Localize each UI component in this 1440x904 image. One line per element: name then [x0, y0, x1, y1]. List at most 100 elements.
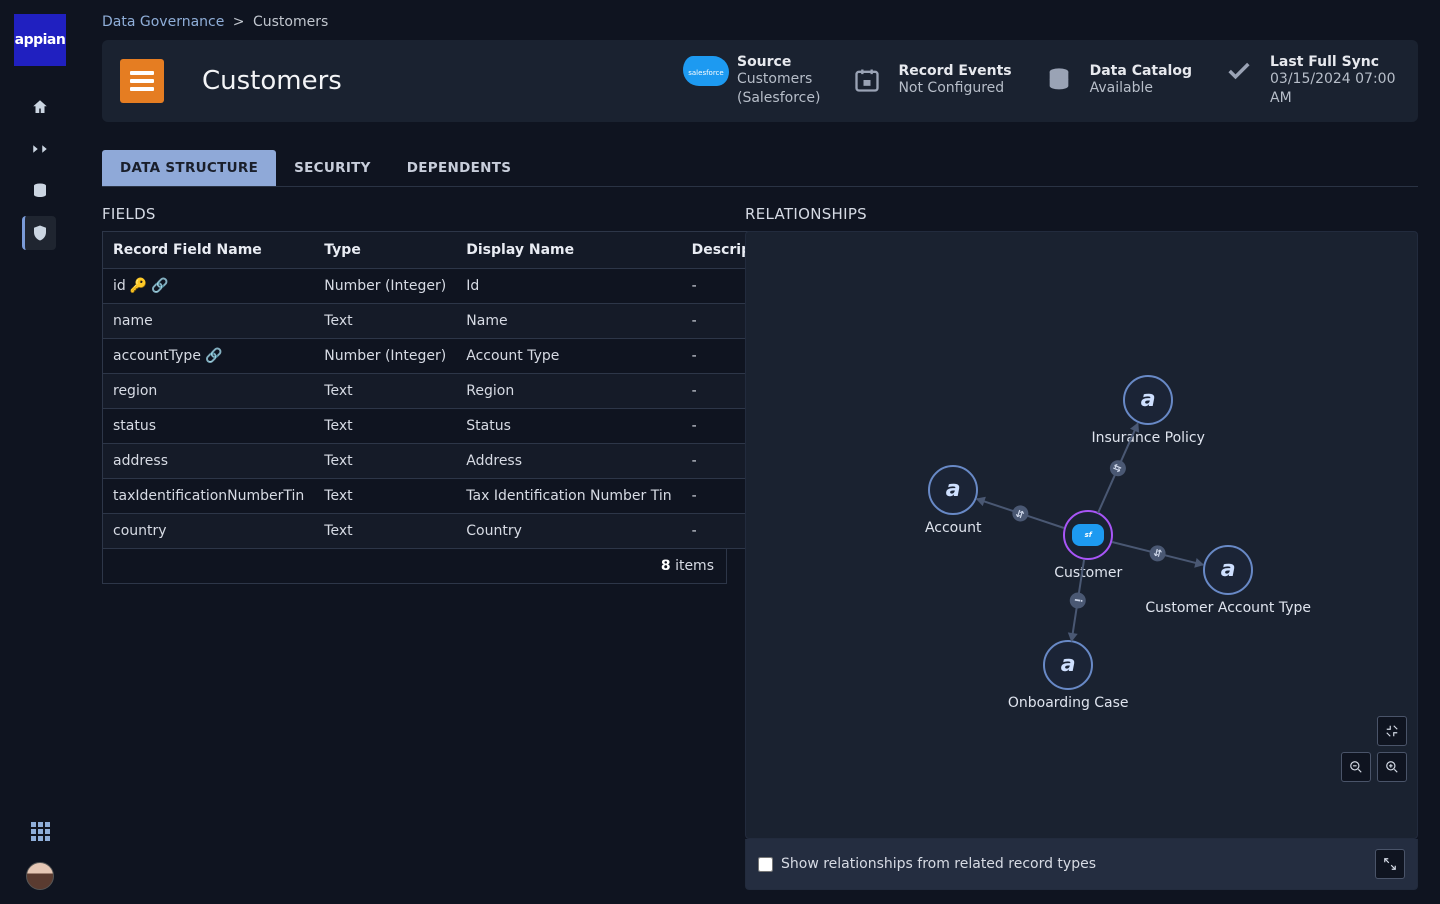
header-card: Customers salesforce Source Customers (S… — [102, 40, 1418, 122]
zoom-in-button[interactable] — [1377, 752, 1407, 782]
fields-title: FIELDS — [102, 205, 727, 223]
expand-button[interactable] — [1375, 849, 1405, 879]
cell-display: Name — [456, 303, 681, 338]
info-data-catalog: Data Catalog Available — [1040, 63, 1192, 98]
show-related-toggle[interactable]: Show relationships from related record t… — [758, 856, 1096, 872]
cell-name: taxIdentificationNumberTin — [103, 478, 315, 513]
cell-name: name — [103, 303, 315, 338]
info-source-name: Customers — [737, 70, 820, 89]
nav-apps[interactable] — [23, 814, 57, 848]
tab-security[interactable]: SECURITY — [276, 150, 389, 186]
cell-type: Text — [314, 408, 456, 443]
info-last-sync-value: 03/15/2024 07:00 AM — [1270, 70, 1400, 108]
zoom-in-icon — [1385, 760, 1399, 774]
show-related-label: Show relationships from related record t… — [781, 856, 1096, 872]
fields-count: 8 — [661, 558, 671, 574]
fields-footer: 8 items — [102, 549, 727, 584]
expand-icon — [1383, 857, 1397, 871]
cell-display: Status — [456, 408, 681, 443]
table-row[interactable]: accountType🔗Number (Integer)Account Type… — [103, 338, 793, 373]
key-icon: 🔑 — [130, 278, 147, 294]
table-row[interactable]: statusTextStatus- — [103, 408, 793, 443]
info-source: salesforce Source Customers (Salesforce) — [687, 54, 820, 108]
table-row[interactable]: countryTextCountry- — [103, 513, 793, 548]
info-last-sync-label: Last Full Sync — [1270, 54, 1400, 70]
cell-name: country — [103, 513, 315, 548]
tab-data-structure[interactable]: DATA STRUCTURE — [102, 150, 276, 186]
th-name[interactable]: Record Field Name — [103, 231, 315, 268]
edge-badge: ⇵ — [1148, 544, 1167, 563]
edge-badge: ⇵ — [1011, 503, 1031, 523]
cell-name: id🔑🔗 — [103, 268, 315, 303]
info-last-sync: Last Full Sync 03/15/2024 07:00 AM — [1220, 54, 1400, 108]
node-insurance-policy[interactable]: a — [1123, 375, 1173, 425]
breadcrumb-current: Customers — [253, 14, 328, 30]
apps-icon — [31, 822, 50, 841]
collapse-button[interactable] — [1377, 716, 1407, 746]
cell-name: status — [103, 408, 315, 443]
salesforce-icon: sf — [1072, 524, 1104, 546]
info-record-events: Record Events Not Configured — [848, 63, 1011, 98]
fields-suffix: items — [675, 558, 714, 574]
table-row[interactable]: id🔑🔗Number (Integer)Id- — [103, 268, 793, 303]
tab-dependents[interactable]: DEPENDENTS — [389, 150, 530, 186]
cell-display: Region — [456, 373, 681, 408]
zoom-out-button[interactable] — [1341, 752, 1371, 782]
node-label: Customer — [1054, 565, 1122, 581]
nav-home[interactable] — [23, 90, 57, 124]
logo[interactable]: appian — [14, 14, 66, 66]
info-record-events-label: Record Events — [898, 63, 1011, 79]
relationships-canvas[interactable]: sfCustomeraInsurance PolicyaAccountaCust… — [745, 231, 1418, 839]
node-onboarding-case[interactable]: a — [1043, 640, 1093, 690]
nav-shield[interactable] — [22, 216, 56, 250]
nav-flow[interactable] — [23, 132, 57, 166]
info-source-label: Source — [737, 54, 820, 70]
node-label: Insurance Policy — [1091, 430, 1204, 446]
cell-display: Address — [456, 443, 681, 478]
th-type[interactable]: Type — [314, 231, 456, 268]
checkmark-icon — [1225, 57, 1253, 85]
cell-type: Text — [314, 373, 456, 408]
cell-display: Tax Identification Number Tin — [456, 478, 681, 513]
cell-type: Text — [314, 513, 456, 548]
breadcrumb-root[interactable]: Data Governance — [102, 14, 224, 30]
fields-table: Record Field Name Type Display Name Desc… — [102, 231, 793, 549]
cell-name: accountType🔗 — [103, 338, 315, 373]
avatar[interactable] — [26, 862, 54, 890]
table-row[interactable]: regionTextRegion- — [103, 373, 793, 408]
relationships-footer: Show relationships from related record t… — [745, 839, 1418, 890]
edge: ⇵ — [977, 498, 1065, 529]
database-stack-icon — [1045, 66, 1073, 94]
cell-name: address — [103, 443, 315, 478]
sidebar: appian — [0, 0, 80, 904]
table-row[interactable]: addressTextAddress- — [103, 443, 793, 478]
page-title: Customers — [202, 66, 342, 96]
breadcrumb: Data Governance > Customers — [102, 14, 1418, 30]
cell-type: Text — [314, 443, 456, 478]
link-icon: 🔗 — [151, 278, 168, 294]
record-icon — [120, 59, 164, 103]
node-center[interactable]: sf — [1063, 510, 1113, 560]
home-icon — [31, 98, 49, 116]
tabs: DATA STRUCTURE SECURITY DEPENDENTS — [102, 150, 1418, 187]
nav — [0, 90, 80, 250]
breadcrumb-sep: > — [229, 14, 249, 30]
th-display[interactable]: Display Name — [456, 231, 681, 268]
zoom-out-icon — [1349, 760, 1363, 774]
table-row[interactable]: taxIdentificationNumberTinTextTax Identi… — [103, 478, 793, 513]
cell-display: Id — [456, 268, 681, 303]
node-label: Onboarding Case — [1008, 695, 1129, 711]
info-record-events-value: Not Configured — [898, 79, 1011, 98]
edge-badge: i — [1069, 592, 1087, 610]
table-row[interactable]: nameTextName- — [103, 303, 793, 338]
nav-database[interactable] — [23, 174, 57, 208]
node-account[interactable]: a — [928, 465, 978, 515]
cell-type: Number (Integer) — [314, 268, 456, 303]
shield-icon — [31, 224, 49, 242]
show-related-checkbox[interactable] — [758, 857, 773, 872]
info-data-catalog-value: Available — [1090, 79, 1192, 98]
cell-type: Number (Integer) — [314, 338, 456, 373]
salesforce-icon: salesforce — [683, 56, 729, 86]
cell-display: Country — [456, 513, 681, 548]
node-customer-account-type[interactable]: a — [1203, 545, 1253, 595]
